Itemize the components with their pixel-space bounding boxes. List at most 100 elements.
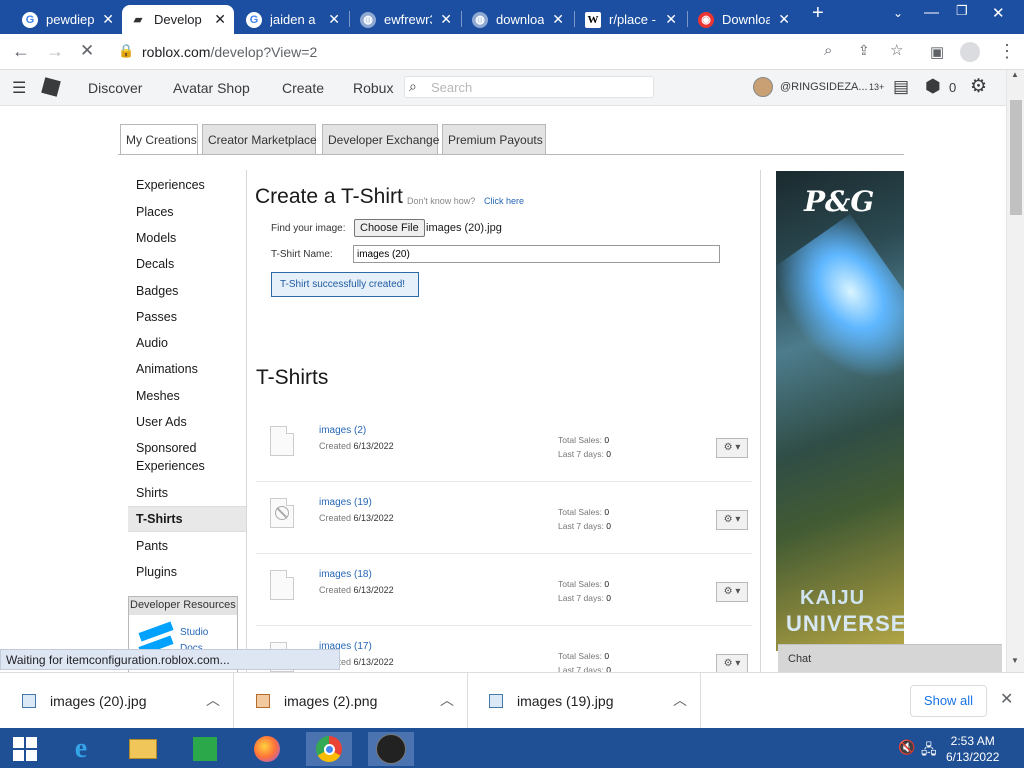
chat-bar[interactable]: Chat xyxy=(778,644,1002,672)
download-item[interactable]: images (19).jpg ︿ xyxy=(469,673,701,729)
skyscraper-ad[interactable]: P&G KAIJU UNIVERSE xyxy=(776,171,904,651)
document-icon xyxy=(270,570,294,600)
close-icon[interactable]: ✕ xyxy=(665,11,677,28)
sidebar-item-tshirts[interactable]: T-Shirts xyxy=(136,510,183,528)
window-close-icon[interactable]: ✕ xyxy=(992,4,1005,22)
close-icon[interactable]: ✕ xyxy=(328,11,340,28)
item-gear-menu-button[interactable]: ⚙ ▾ xyxy=(716,438,748,458)
minimize-icon[interactable]: — xyxy=(924,4,939,21)
scrollbar-thumb[interactable] xyxy=(1010,100,1022,215)
help-link[interactable]: Click here xyxy=(484,196,524,206)
tab-my-creations[interactable]: My Creations xyxy=(120,124,198,155)
stop-icon[interactable]: ✕ xyxy=(80,41,94,61)
system-clock[interactable]: 2:53 AM 6/13/2022 xyxy=(946,733,999,765)
file-explorer-icon[interactable] xyxy=(120,732,166,766)
close-icon[interactable]: ✕ xyxy=(552,11,564,28)
store-icon[interactable] xyxy=(182,732,228,766)
hamburger-icon[interactable]: ☰ xyxy=(12,78,26,98)
close-icon[interactable]: ✕ xyxy=(440,11,452,28)
sidebar-item-plugins[interactable]: Plugins xyxy=(136,563,177,581)
sidebar-item-experiences[interactable]: Experiences xyxy=(136,176,205,194)
download-item[interactable]: images (20).jpg ︿ xyxy=(2,673,234,729)
sidebar-item-places[interactable]: Places xyxy=(136,203,174,221)
sidebar-item-sponsored[interactable]: Sponsored xyxy=(136,439,196,457)
username[interactable]: @RINGSIDEZA... xyxy=(780,81,868,93)
browser-tab-4[interactable]: ◍ ewfrewr3 ✕ xyxy=(352,5,460,34)
sidebar-item-passes[interactable]: Passes xyxy=(136,308,177,326)
avatar[interactable] xyxy=(753,77,773,97)
scroll-down-icon[interactable]: ▼ xyxy=(1011,656,1019,665)
close-icon[interactable]: ✕ xyxy=(214,11,226,28)
firefox-icon[interactable] xyxy=(244,732,290,766)
volume-muted-icon[interactable]: 🔇 xyxy=(898,739,915,756)
windows-start-icon[interactable] xyxy=(2,732,48,766)
item-name-link[interactable]: images (18) xyxy=(319,569,372,580)
nav-robux[interactable]: Robux xyxy=(353,80,393,96)
tab-developer-exchange[interactable]: Developer Exchange xyxy=(322,124,439,154)
tab-search-icon[interactable]: ⌄ xyxy=(893,6,903,20)
browser-tab-5[interactable]: ◍ downloa ✕ xyxy=(464,5,572,34)
sidebar-item-decals[interactable]: Decals xyxy=(136,255,174,273)
search-input[interactable]: ⌕ Search xyxy=(404,76,654,98)
forward-icon[interactable]: → xyxy=(46,41,64,62)
tab-creator-marketplace[interactable]: Creator Marketplace xyxy=(202,124,317,154)
item-name-link[interactable]: images (2) xyxy=(319,425,366,436)
chevron-up-icon[interactable]: ︿ xyxy=(673,690,687,710)
sidebar-item-models[interactable]: Models xyxy=(136,229,176,247)
close-icon[interactable]: ✕ xyxy=(1000,689,1013,709)
share-icon[interactable]: ⇪ xyxy=(858,42,870,59)
bookmark-star-icon[interactable]: ☆ xyxy=(890,41,903,59)
new-tab-icon[interactable]: + xyxy=(812,2,824,25)
network-icon[interactable]: 🖧 xyxy=(921,739,937,763)
search-icon: ⌕ xyxy=(409,78,417,94)
sidebar-item-badges[interactable]: Badges xyxy=(136,282,178,300)
page-scrollbar[interactable]: ▲ ▼ xyxy=(1006,70,1024,672)
tshirt-name-field[interactable] xyxy=(353,245,720,263)
chevron-up-icon[interactable]: ︿ xyxy=(206,690,220,710)
studio-link[interactable]: Studio xyxy=(180,627,208,638)
show-all-button[interactable]: Show all xyxy=(910,685,987,717)
robux-icon[interactable]: ⬢ xyxy=(925,76,941,97)
scroll-up-icon[interactable]: ▲ xyxy=(1011,70,1019,79)
sidebar-item-shirts[interactable]: Shirts xyxy=(136,484,168,502)
chrome-icon[interactable] xyxy=(306,732,352,766)
browser-tab-active[interactable]: ▰ Develop ✕ xyxy=(122,5,234,34)
sidebar-item-pants[interactable]: Pants xyxy=(136,537,168,555)
browser-tab-3[interactable]: G jaiden a ✕ xyxy=(238,5,348,34)
sidebar-item-meshes[interactable]: Meshes xyxy=(136,387,180,405)
notifications-icon[interactable]: ▤ xyxy=(893,77,909,97)
browser-tab-6[interactable]: W r/place - ✕ xyxy=(577,5,685,34)
zoom-icon[interactable]: ⌕ xyxy=(824,42,832,59)
browser-tab-1[interactable]: G pewdiep ✕ xyxy=(14,5,122,34)
item-gear-menu-button[interactable]: ⚙ ▾ xyxy=(716,510,748,530)
app-icon[interactable] xyxy=(368,732,414,766)
browser-tab-7[interactable]: ◉ Downloa ✕ xyxy=(690,5,798,34)
nav-avatar-shop[interactable]: Avatar Shop xyxy=(173,80,250,96)
address-bar[interactable]: 🔒 roblox.com/develop?View=2 ⌕ ⇪ ☆ xyxy=(110,38,920,66)
menu-dots-icon[interactable]: ⋮ xyxy=(998,41,1016,62)
close-icon[interactable]: ✕ xyxy=(102,11,114,28)
item-name-link[interactable]: images (19) xyxy=(319,497,372,508)
profile-icon[interactable] xyxy=(960,42,980,62)
side-panel-icon[interactable]: ▣ xyxy=(930,43,944,61)
back-icon[interactable]: ← xyxy=(12,41,30,62)
chevron-up-icon[interactable]: ︿ xyxy=(440,690,454,710)
sidebar-item-audio[interactable]: Audio xyxy=(136,334,168,352)
internet-explorer-icon[interactable]: e xyxy=(58,732,104,766)
restore-icon[interactable]: ❐ xyxy=(956,3,968,19)
download-item[interactable]: images (2).png ︿ xyxy=(236,673,468,729)
choose-file-button[interactable]: Choose File xyxy=(354,219,425,237)
created-label: Created xyxy=(319,585,352,595)
settings-gear-icon[interactable]: ⚙ xyxy=(970,75,987,98)
close-icon[interactable]: ✕ xyxy=(778,11,790,28)
nav-create[interactable]: Create xyxy=(282,80,324,96)
sidebar-item-sponsored-experiences[interactable]: Experiences xyxy=(136,457,205,475)
item-gear-menu-button[interactable]: ⚙ ▾ xyxy=(716,654,748,672)
tab-premium-payouts[interactable]: Premium Payouts xyxy=(442,124,546,154)
nav-discover[interactable]: Discover xyxy=(88,80,142,96)
clock-date: 6/13/2022 xyxy=(946,750,1000,764)
item-gear-menu-button[interactable]: ⚙ ▾ xyxy=(716,582,748,602)
sidebar-item-user-ads[interactable]: User Ads xyxy=(136,413,187,431)
roblox-logo-icon[interactable] xyxy=(41,77,61,97)
sidebar-item-animations[interactable]: Animations xyxy=(136,360,198,378)
